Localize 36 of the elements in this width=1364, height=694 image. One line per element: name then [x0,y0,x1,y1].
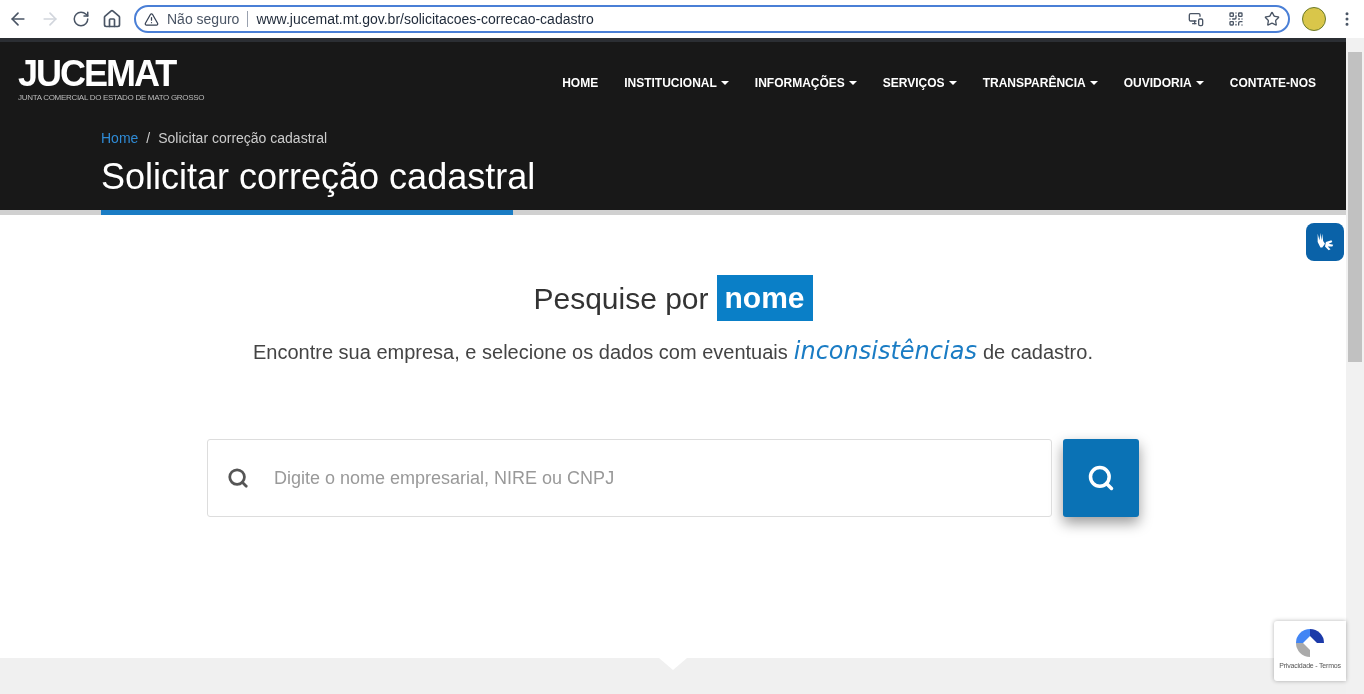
warning-icon [144,11,159,27]
logo-text[interactable]: JUCEMAT [18,56,205,92]
nav-link[interactable]: SERVIÇOS [882,74,957,92]
caret-icon [848,81,857,85]
caret-icon [1089,81,1098,85]
nav-link[interactable]: INSTITUCIONAL [624,74,729,92]
home-icon[interactable] [102,9,122,29]
caret-icon [948,81,957,85]
breadcrumb-current: Solicitar correção cadastral [158,129,328,148]
url-text: www.jucemat.mt.gov.br/solicitacoes-correcao-cadastro [256,9,595,29]
search-heading: Pesquise por nome [533,275,813,321]
bookmark-star-icon[interactable] [1264,11,1280,27]
search-icon [227,467,249,489]
cast-icon[interactable] [1188,11,1204,27]
nav-link[interactable]: TRANSPARÊNCIA [982,74,1098,92]
security-label: Não seguro [167,9,240,29]
logo-subtitle: JUNTA COMERCIAL DO ESTADO DE MATO GROSSO [18,93,205,102]
search-button[interactable] [1063,439,1139,517]
breadcrumb-separator: / [146,129,151,148]
search-icon [1087,464,1115,492]
address-bar[interactable]: Não seguro www.jucemat.mt.gov.br/solicitacoes-correcao-cadastro [134,5,1290,33]
nav-link[interactable]: HOME [562,74,599,92]
sign-language-button[interactable] [1306,223,1344,261]
breadcrumb-link[interactable]: Home [101,128,139,149]
reload-icon[interactable] [72,10,90,28]
nav-link[interactable]: CONTATE-NOS [1229,74,1316,92]
page-title: Solicitar correção cadastral [100,155,537,199]
profile-avatar[interactable] [1302,7,1326,31]
nav-link[interactable]: INFORMAÇÕES [754,74,857,92]
caret-icon [1195,81,1204,85]
nav-link[interactable]: OUVIDORIA [1123,74,1204,92]
search-description: Encontre sua empresa, e selecione os dados com eventuais inconsistências de cadastro. [253,336,1093,367]
qr-code-icon[interactable] [1228,11,1244,27]
search-field[interactable]: Digite o nome empresarial, NIRE ou CNPJ [207,439,1052,517]
scrollbar-thumb[interactable] [1348,52,1362,362]
caret-icon [720,81,729,85]
